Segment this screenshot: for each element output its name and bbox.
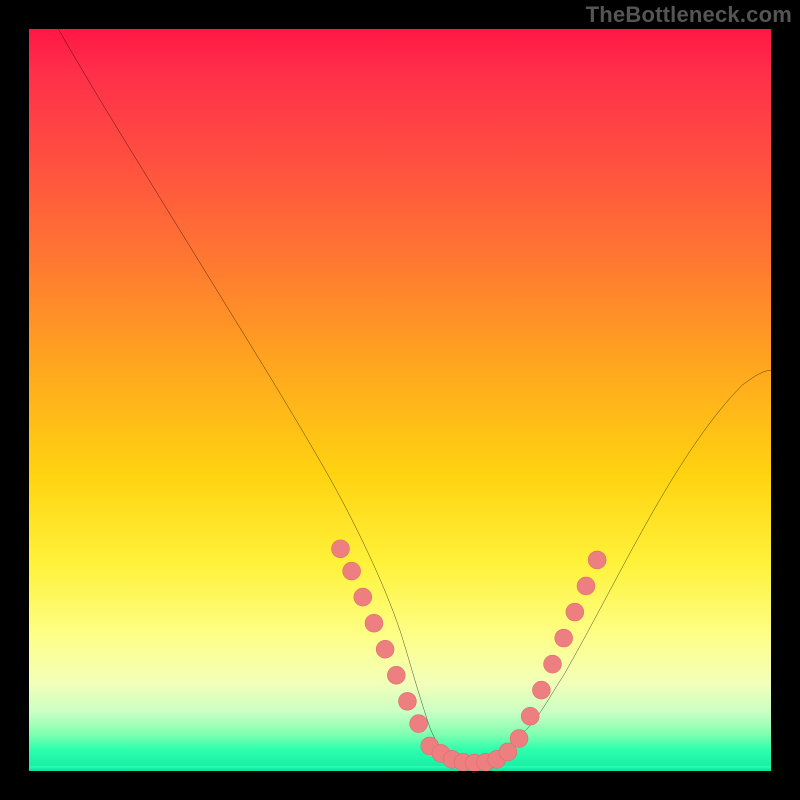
chart-plot-area [28,28,772,772]
marker-cluster-bottom [421,737,517,772]
watermark-text: TheBottleneck.com [586,2,792,28]
bottleneck-curve-path [58,28,772,765]
marker-cluster-left [332,540,428,733]
marker-cluster-right [510,551,606,747]
chart-svg [28,28,772,772]
